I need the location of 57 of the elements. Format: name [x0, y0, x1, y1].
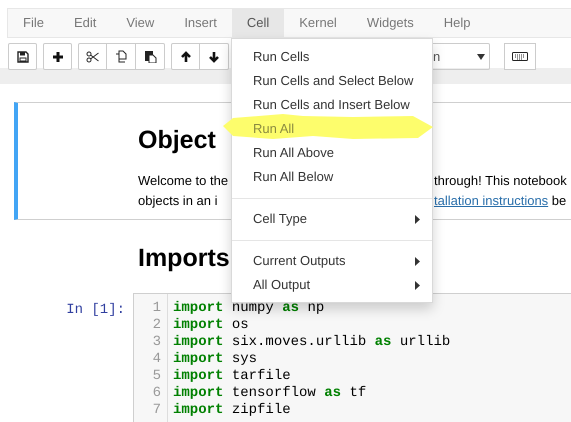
heading: Imports: [138, 243, 230, 273]
copy-icon: [114, 50, 128, 63]
code-line: import tensorflow as tf: [173, 385, 368, 402]
paragraph-text: be: [550, 192, 566, 210]
arrow-up-icon: [180, 50, 192, 62]
add-cell-button[interactable]: [43, 43, 72, 70]
code-line: import six.moves.urllib as urllib: [173, 334, 450, 351]
menu-bar-item[interactable]: Widgets: [352, 9, 429, 37]
line-number: 7: [152, 402, 161, 418]
line-number: 3: [152, 334, 161, 350]
code-line: import os: [173, 317, 250, 334]
move-up-button[interactable]: [171, 43, 200, 70]
cell-prompt: In [1]:: [66, 302, 125, 318]
install-link[interactable]: tallation instructions: [434, 191, 548, 211]
code-line: import tarfile: [173, 368, 292, 385]
paragraph-text: objects in an i: [138, 193, 218, 208]
menu-item[interactable]: Current Outputs: [232, 249, 432, 273]
menu-item[interactable]: Run All Above: [232, 141, 432, 165]
submenu-arrow-icon: [415, 280, 420, 290]
menu-item[interactable]: Run Cells and Select Below: [232, 69, 432, 93]
menu-bar-item[interactable]: File: [8, 9, 59, 37]
menu-item[interactable]: Run Cells and Insert Below: [232, 93, 432, 117]
code-line: import sys: [173, 351, 258, 368]
paragraph-text: through! This notebook: [434, 172, 567, 190]
arrow-down-icon: [208, 50, 220, 62]
line-number: 6: [152, 385, 161, 401]
line-number: 2: [152, 317, 161, 333]
caret-icon: [477, 54, 485, 60]
paste-button[interactable]: [136, 43, 165, 70]
menu-bar-item[interactable]: View: [111, 9, 170, 37]
menu-item[interactable]: Cell Type: [232, 207, 432, 231]
submenu-arrow-icon: [415, 214, 420, 224]
heading: Object: [138, 125, 216, 155]
line-number: 1: [152, 300, 161, 316]
save-button[interactable]: [8, 43, 37, 70]
paragraph-text: Welcome to the: [138, 173, 228, 188]
copy-button[interactable]: [107, 43, 136, 70]
save-icon: [16, 50, 28, 62]
keyboard-icon: [512, 52, 528, 61]
paste-icon: [144, 50, 156, 63]
menu-item[interactable]: Run All Below: [232, 165, 432, 189]
submenu-arrow-icon: [415, 256, 420, 266]
keyboard-button[interactable]: [504, 43, 536, 70]
menu-bar-item[interactable]: Insert: [169, 9, 232, 37]
line-number: 5: [152, 368, 161, 384]
code-editor[interactable]: 1 2 3 4 5 6 7 import numpy as np import os import six.moves.urllib as urllib import sys import tarfile import tensorflow as tf import zipfile: [133, 293, 571, 422]
menu-bar-item[interactable]: Help: [428, 9, 486, 37]
scissors-icon: [86, 50, 100, 62]
code-line: import zipfile: [173, 402, 292, 419]
plus-icon: [52, 50, 64, 62]
menu-bar-item[interactable]: Kernel: [284, 9, 352, 37]
menu-bar-item[interactable]: Cell: [232, 9, 284, 37]
move-down-button[interactable]: [200, 43, 229, 70]
code-line: import numpy as np: [173, 300, 326, 317]
line-number: 4: [152, 351, 161, 367]
cut-button[interactable]: [78, 43, 107, 70]
menu-bar-item[interactable]: Edit: [58, 9, 112, 37]
